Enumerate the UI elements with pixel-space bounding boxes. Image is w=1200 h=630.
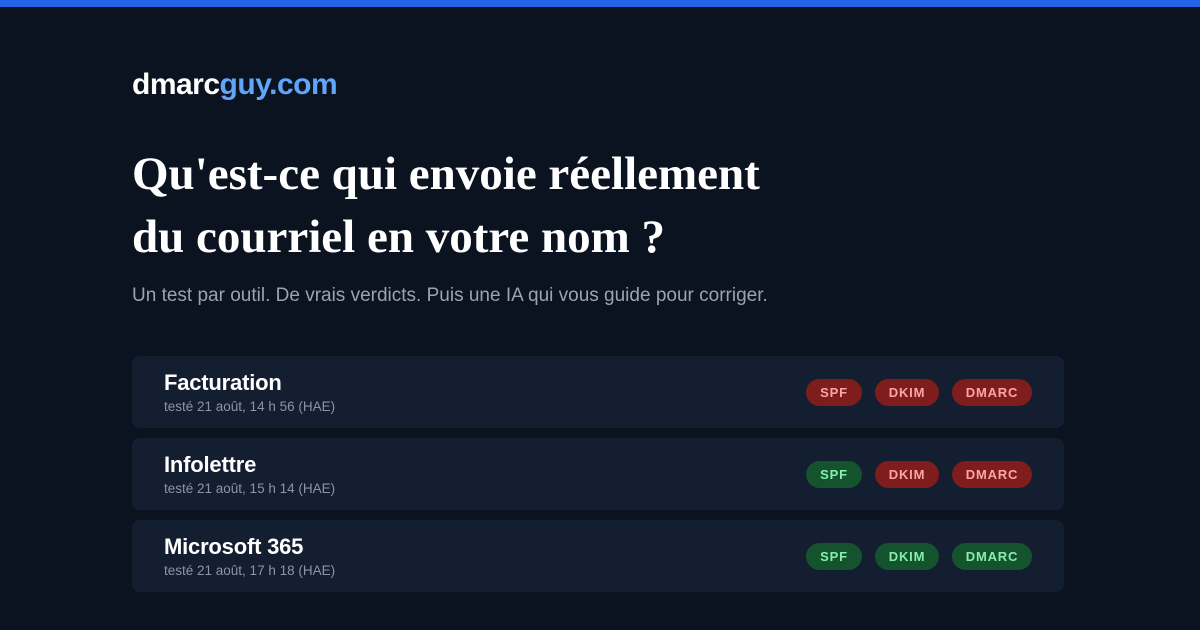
page-title-line-2: du courriel en votre nom ?: [132, 211, 666, 263]
logo-text-accent: guy.com: [219, 68, 338, 101]
dkim-status-badge: DKIM: [875, 543, 939, 570]
page-title: Qu'est-ce qui envoie réellement du courr…: [132, 143, 932, 269]
page-title-line-1: Qu'est-ce qui envoie réellement: [132, 148, 760, 200]
sender-test-timestamp: testé 21 août, 14 h 56 (HAE): [164, 399, 336, 414]
sender-row-infolettre[interactable]: Infolettre testé 21 août, 15 h 14 (HAE) …: [132, 438, 1064, 510]
dkim-status-badge: DKIM: [875, 461, 939, 488]
sender-list: Facturation testé 21 août, 14 h 56 (HAE)…: [132, 356, 1064, 602]
dmarc-status-badge: DMARC: [952, 543, 1032, 570]
sender-name: Facturation: [164, 370, 282, 395]
spf-status-badge: SPF: [806, 379, 862, 406]
sender-test-timestamp: testé 21 août, 15 h 14 (HAE): [164, 481, 336, 496]
page-subtitle: Un test par outil. De vrais verdicts. Pu…: [132, 285, 768, 306]
top-accent-bar: [0, 0, 1200, 7]
sender-row-microsoft-365[interactable]: Microsoft 365 testé 21 août, 17 h 18 (HA…: [132, 520, 1064, 592]
logo-text-primary: dmarc: [132, 68, 220, 101]
dmarc-status-badge: DMARC: [952, 379, 1032, 406]
site-logo[interactable]: dmarcguy.com: [132, 68, 338, 102]
sender-test-timestamp: testé 21 août, 17 h 18 (HAE): [164, 563, 336, 578]
sender-name: Microsoft 365: [164, 534, 304, 559]
sender-row-facturation[interactable]: Facturation testé 21 août, 14 h 56 (HAE)…: [132, 356, 1064, 428]
sender-name: Infolettre: [164, 452, 257, 477]
spf-status-badge: SPF: [806, 543, 862, 570]
spf-status-badge: SPF: [806, 461, 862, 488]
dmarc-status-badge: DMARC: [952, 461, 1032, 488]
dkim-status-badge: DKIM: [875, 379, 939, 406]
